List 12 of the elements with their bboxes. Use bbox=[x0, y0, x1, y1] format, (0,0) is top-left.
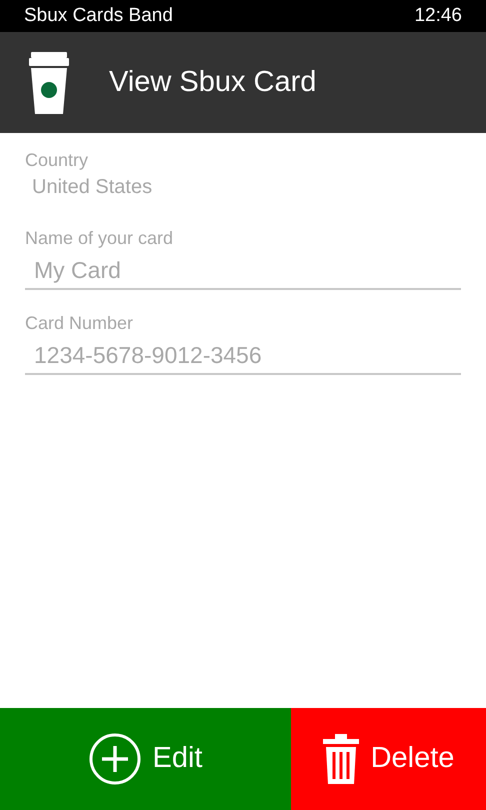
field-label: Card Number bbox=[25, 312, 134, 334]
plus-circle-icon bbox=[88, 733, 140, 785]
field-label: Name of your card bbox=[25, 227, 174, 249]
field-value: United States bbox=[31, 175, 154, 200]
trash-icon bbox=[322, 734, 359, 784]
page-title: View Sbux Card bbox=[109, 64, 316, 100]
coffee-cup-icon bbox=[29, 52, 69, 114]
app-name: Sbux Cards Band bbox=[24, 4, 173, 28]
delete-button[interactable]: Delete bbox=[291, 708, 486, 810]
clock-time: 12:46 bbox=[414, 4, 462, 28]
field-label: Country bbox=[25, 149, 90, 171]
edit-button[interactable]: Edit bbox=[0, 708, 291, 810]
